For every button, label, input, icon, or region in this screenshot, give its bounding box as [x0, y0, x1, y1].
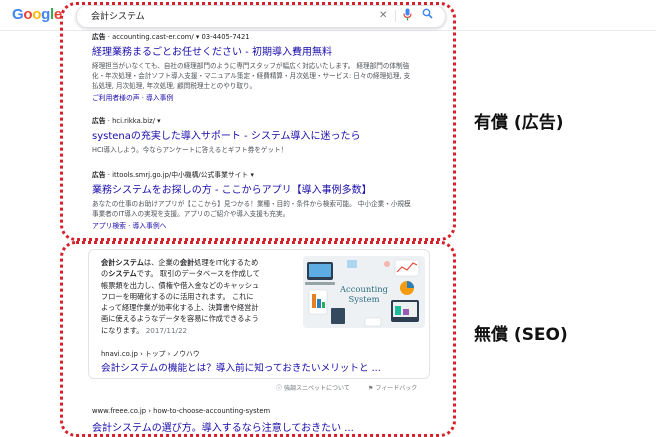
snippet-about-label: 強調スニペットについて	[283, 385, 350, 392]
logo-letter: o	[23, 6, 33, 23]
snippet-fragment: フローを明確化するのに活用されます。 これに	[101, 291, 254, 301]
snippet-line: のシステムです。 取引のデータベースを作成して	[101, 268, 295, 279]
snippet-line: よって経理作業が効率化する上、決算書や経営計	[101, 302, 295, 313]
logo-letter: g	[41, 6, 50, 23]
google-logo[interactable]: Google	[12, 6, 62, 23]
snippet-fragment: 会計	[179, 258, 195, 267]
snippet-fragment: になります。	[101, 325, 146, 335]
snippet-fragment: 画に使えるようなデータを容易に作成できるよう	[101, 314, 259, 324]
snippet-about[interactable]: ⓘ 強調スニペットについて	[276, 383, 350, 392]
snippet-source[interactable]: hnavi.co.jp › トップ › ノウハウ	[101, 348, 200, 358]
feedback-link[interactable]: ⚑ フィードバック	[368, 383, 417, 392]
snippet-fragment: 2017/11/22	[145, 325, 188, 335]
snippet-line: フローを明確化するのに活用されます。 これに	[101, 291, 295, 302]
free-label: 無償 (SEO)	[474, 325, 568, 345]
snippet-image[interactable]: Accounting System	[303, 256, 425, 328]
paid-section-frame	[60, 2, 456, 241]
snippet-line: 帳票類を出力し、債権や借入金などのキャッシュ	[101, 280, 295, 291]
logo-letter: o	[32, 6, 42, 23]
flag-icon: ⚑	[368, 385, 374, 392]
snippet-fragment: システム	[108, 269, 137, 279]
snippet-fragment: 処理をIT化するため	[194, 258, 259, 267]
snippet-fragment: は、企業の	[143, 258, 180, 267]
logo-letter: G	[12, 6, 24, 23]
organic-url[interactable]: www.freee.co.jp › how-to-choose-accounti…	[92, 407, 270, 415]
snippet-image-caption: Accounting System	[339, 284, 389, 304]
snippet-line: になります。 2017/11/22	[101, 325, 295, 336]
snippet-fragment: です。 取引のデータベースを作成して	[136, 269, 260, 279]
snippet-text: 会計システムは、企業の会計処理をIT化するため のシステムです。 取引のデータベー…	[101, 257, 295, 336]
feedback-label: フィードバック	[375, 385, 418, 392]
help-icon: ⓘ	[276, 385, 283, 392]
snippet-fragment: 会計システム	[101, 258, 144, 267]
snippet-line: 会計システムは、企業の会計処理をIT化するため	[101, 257, 295, 268]
featured-snippet: 会計システムは、企業の会計処理をIT化するため のシステムです。 取引のデータベー…	[88, 249, 430, 379]
paid-label: 有償 (広告)	[474, 113, 564, 133]
snippet-fragment: 帳票類を出力し、債権や借入金などのキャッシュ	[101, 280, 260, 290]
snippet-fragment: よって経理作業が効率化する上、決算書や経営計	[101, 303, 259, 313]
organic-title[interactable]: 会計システムの選び方。導入するなら注意しておきたい ...	[92, 419, 354, 434]
snippet-title[interactable]: 会計システムの機能とは？導入前に知っておきたいメリットと ...	[101, 360, 381, 374]
snippet-line: 画に使えるようなデータを容易に作成できるよう	[101, 313, 295, 324]
